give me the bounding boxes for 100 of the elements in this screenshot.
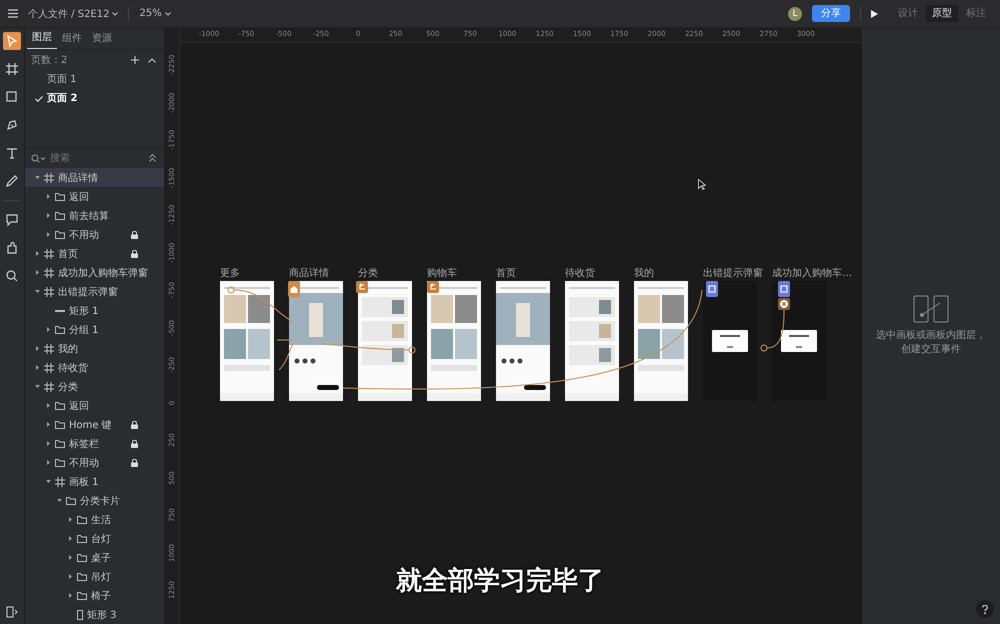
search-field[interactable]: 搜索 xyxy=(50,152,145,164)
screen-mockup-drawing[interactable] xyxy=(289,281,343,401)
exit-icon[interactable] xyxy=(6,606,18,618)
file-breadcrumb[interactable]: 个人文件 / S2E12 xyxy=(28,6,118,20)
panel-tab[interactable]: 组件 xyxy=(57,28,87,49)
caret-icon[interactable] xyxy=(57,498,62,503)
layer-item[interactable]: 生活 xyxy=(25,510,164,529)
mode-tab[interactable]: 原型 xyxy=(926,5,958,22)
layer-item[interactable]: 吊灯 xyxy=(25,567,164,586)
caret-icon[interactable] xyxy=(164,12,171,16)
overlay-icon[interactable] xyxy=(778,281,790,297)
layer-item[interactable]: 不用动 xyxy=(25,225,164,244)
layer-item[interactable]: 出错提示弹窗 xyxy=(25,282,164,301)
layer-item[interactable]: 前去结算 xyxy=(25,206,164,225)
layer-item[interactable]: 首页 xyxy=(25,244,164,263)
home-icon[interactable] xyxy=(288,281,300,297)
caret-icon[interactable] xyxy=(46,441,51,446)
overlay-icon[interactable] xyxy=(706,281,718,297)
page-item[interactable]: 页面 1 xyxy=(25,70,164,89)
caret-icon[interactable] xyxy=(46,194,51,199)
search-icon[interactable] xyxy=(31,154,46,163)
layer-item[interactable]: 矩形 3 xyxy=(25,605,164,624)
layer-item[interactable]: 成功加入购物车弹窗 xyxy=(25,263,164,282)
zoom-dropdown[interactable]: 25% xyxy=(139,8,171,19)
layer-item[interactable]: 返回 xyxy=(25,187,164,206)
user-avatar[interactable]: L xyxy=(788,6,802,20)
caret-icon[interactable] xyxy=(35,175,40,180)
layer-item[interactable]: 分组 1 xyxy=(25,320,164,339)
caret-icon[interactable] xyxy=(35,365,40,370)
folder-icon xyxy=(77,554,87,562)
folder-icon xyxy=(66,496,76,504)
close-icon[interactable] xyxy=(778,298,790,310)
layer-item[interactable]: 桌子 xyxy=(25,548,164,567)
lock-icon[interactable] xyxy=(131,440,138,448)
caret-icon[interactable] xyxy=(35,270,40,275)
layer-item[interactable]: 我的 xyxy=(25,339,164,358)
caret-icon[interactable] xyxy=(35,384,40,389)
caret-icon[interactable] xyxy=(46,213,51,218)
add-icon[interactable] xyxy=(131,56,139,64)
menu-icon[interactable] xyxy=(8,9,18,18)
caret-icon[interactable] xyxy=(68,536,73,541)
artboard-label[interactable]: 商品详情 xyxy=(289,268,329,280)
share-button[interactable]: 分享 xyxy=(812,5,850,22)
layer-item[interactable]: 分类卡片 xyxy=(25,491,164,510)
caret-icon[interactable] xyxy=(46,479,51,484)
caret-icon[interactable] xyxy=(46,403,51,408)
layer-item[interactable]: 画板 1 xyxy=(25,472,164,491)
caret-icon[interactable] xyxy=(68,517,73,522)
page-item[interactable]: 页面 2 xyxy=(25,89,164,108)
layer-item[interactable]: 商品详情 xyxy=(25,168,164,187)
layer-item[interactable]: 标签栏 xyxy=(25,434,164,453)
artboard-label[interactable]: 首页 xyxy=(496,268,516,280)
layer-item[interactable]: 不用动 xyxy=(25,453,164,472)
play-icon[interactable] xyxy=(871,10,878,18)
back-icon[interactable] xyxy=(427,281,439,293)
caret-icon[interactable] xyxy=(68,555,73,560)
caret-icon[interactable] xyxy=(46,422,51,427)
caret-icon[interactable] xyxy=(68,574,73,579)
lock-icon[interactable] xyxy=(131,250,138,258)
layer-item[interactable]: 返回 xyxy=(25,396,164,415)
caret-icon[interactable] xyxy=(35,346,40,351)
layer-item[interactable]: 椅子 xyxy=(25,586,164,605)
lock-icon[interactable] xyxy=(131,458,138,466)
collapse-all-icon[interactable] xyxy=(149,154,156,162)
artboard-label[interactable]: 分类 xyxy=(358,268,378,280)
dialog-mockup-drawing[interactable] xyxy=(772,281,826,401)
artboard-label[interactable]: 成功加入购物车… xyxy=(772,268,852,280)
artboard-label[interactable]: 更多 xyxy=(220,268,240,280)
screen-mockup-drawing[interactable] xyxy=(496,281,550,401)
dialog-mockup-drawing[interactable] xyxy=(703,281,757,401)
caret-icon[interactable] xyxy=(35,289,40,294)
artboard-label[interactable]: 购物车 xyxy=(427,268,457,280)
artboard-label[interactable]: 我的 xyxy=(634,268,654,280)
caret-icon[interactable] xyxy=(46,460,51,465)
layer-item[interactable]: 台灯 xyxy=(25,529,164,548)
folder-icon xyxy=(55,402,65,410)
layer-item[interactable]: 待收货 xyxy=(25,358,164,377)
help-icon[interactable] xyxy=(982,604,988,614)
layer-item[interactable]: 矩形 1 xyxy=(25,301,164,320)
layer-item[interactable]: 分类 xyxy=(25,377,164,396)
back-icon[interactable] xyxy=(356,281,368,293)
frame-icon xyxy=(44,362,54,372)
frame-icon xyxy=(44,382,54,392)
artboard-label[interactable]: 待收货 xyxy=(565,268,595,280)
caret-icon[interactable] xyxy=(68,593,73,598)
panel-tab[interactable]: 资源 xyxy=(87,28,117,49)
help-button[interactable] xyxy=(976,600,994,618)
frame-tool-icon[interactable] xyxy=(3,60,21,78)
collapse-icon[interactable] xyxy=(148,58,156,62)
select-tool-icon[interactable] xyxy=(3,32,21,50)
caret-icon[interactable] xyxy=(35,251,40,256)
caret-icon[interactable] xyxy=(46,232,51,237)
caret-icon[interactable] xyxy=(46,327,51,332)
caret-icon[interactable] xyxy=(112,12,118,16)
layer-item[interactable]: Home 键 xyxy=(25,415,164,434)
artboard-label[interactable]: 出错提示弹窗 xyxy=(703,268,763,280)
lock-icon[interactable] xyxy=(131,230,138,238)
panel-tab[interactable]: 图层 xyxy=(27,28,57,49)
cursor-icon xyxy=(698,179,706,190)
lock-icon[interactable] xyxy=(131,420,138,428)
